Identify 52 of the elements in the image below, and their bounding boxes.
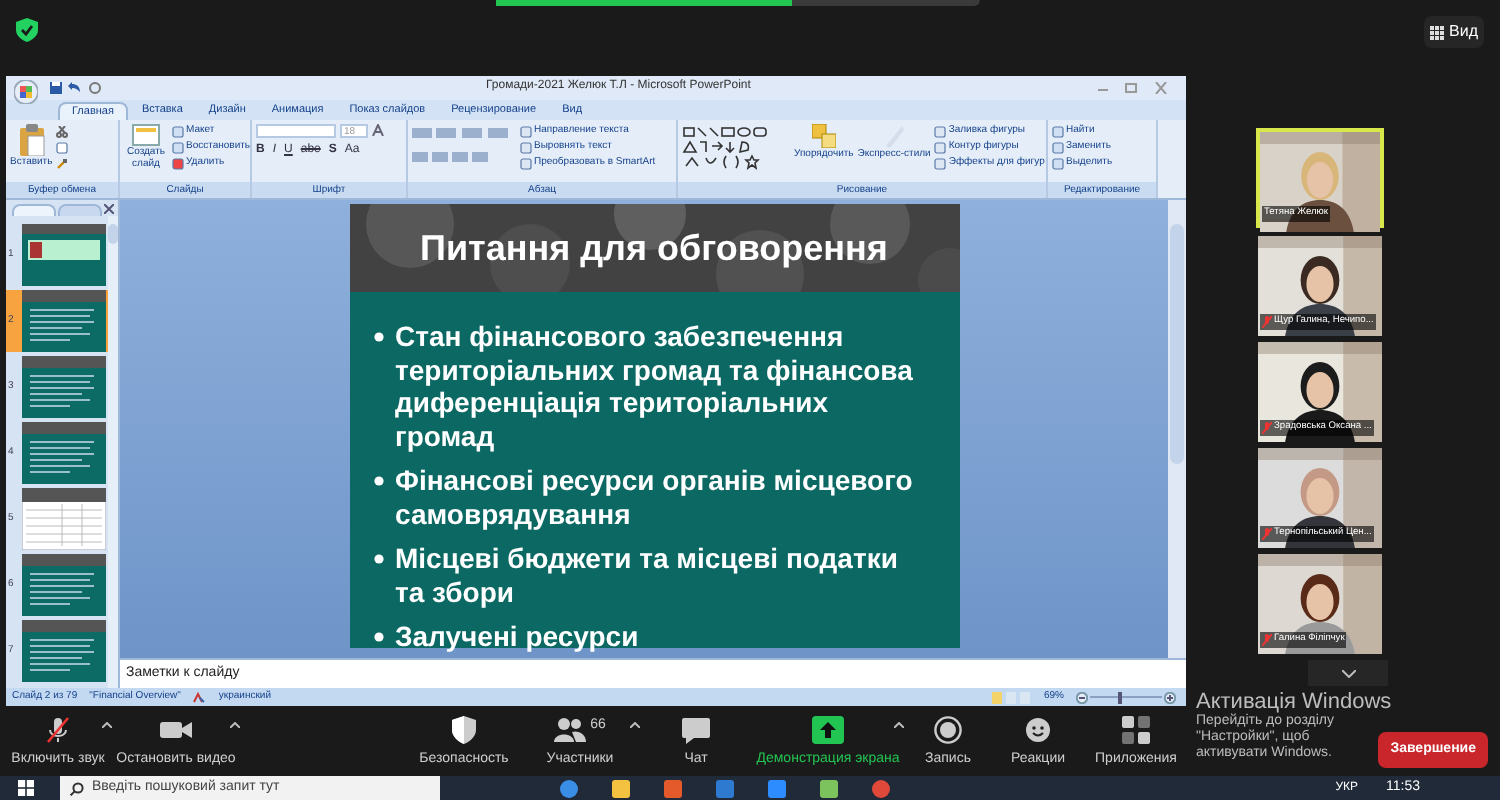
search-icon xyxy=(70,781,84,795)
copy-icon xyxy=(56,142,69,154)
slide-title: Питання для обговорення xyxy=(420,225,888,272)
spellcheck-icon[interactable] xyxy=(192,691,207,703)
save-icon[interactable] xyxy=(50,82,62,94)
slide-icon xyxy=(132,124,160,146)
slide-thumbnail[interactable] xyxy=(22,422,106,484)
caret-up-icon[interactable] xyxy=(230,722,240,729)
grid-icon xyxy=(1429,25,1444,39)
bullet-icon xyxy=(373,554,383,564)
start-icon[interactable] xyxy=(18,780,34,796)
shield-icon xyxy=(16,18,38,42)
undo-icon[interactable] xyxy=(68,82,82,94)
scrollbar[interactable] xyxy=(108,216,118,688)
chevron-down-icon xyxy=(1341,669,1355,677)
font-name-field[interactable] xyxy=(256,124,336,138)
brush-icon[interactable] xyxy=(56,158,69,170)
bullet-text: Фінансові ресурси органів місцевого самоврядування xyxy=(395,464,915,530)
apps-icon xyxy=(1122,716,1150,745)
slide-thumbnail[interactable] xyxy=(22,224,106,286)
scissors-icon[interactable] xyxy=(56,126,69,138)
zoom-in-icon[interactable] xyxy=(1164,691,1176,703)
chat-icon xyxy=(682,717,710,744)
caret-up-icon[interactable] xyxy=(102,722,112,729)
slide-thumbnail[interactable] xyxy=(22,488,106,550)
bullet-text: Місцеві бюджети та місцеві податки та збори xyxy=(395,542,900,608)
bullet-text: Залучені ресурси xyxy=(395,620,641,653)
people-icon xyxy=(554,718,587,743)
view-button[interactable]: Вид xyxy=(1423,16,1484,48)
record-icon xyxy=(934,716,962,745)
scrollbar[interactable] xyxy=(1168,200,1186,658)
close-icon[interactable] xyxy=(104,204,114,214)
stacked-squares-icon xyxy=(811,124,836,148)
bullet-text: Стан фінансового забезпечення територіальних громад та фінансова диференціація територіальних громад xyxy=(395,320,915,452)
delete-icon xyxy=(172,157,184,169)
clipboard-icon xyxy=(17,124,46,156)
activation-title: Активація Windows xyxy=(1196,690,1392,714)
slide-thumbnail[interactable] xyxy=(22,356,106,418)
caret-up-icon[interactable] xyxy=(630,722,640,729)
shield-icon xyxy=(452,716,476,745)
caret-up-icon[interactable] xyxy=(894,722,904,729)
slide-thumbnail[interactable] xyxy=(22,290,106,352)
slide-thumbnail[interactable] xyxy=(22,620,106,682)
bullet-icon xyxy=(373,632,383,642)
bullet-icon xyxy=(373,476,383,486)
bullet-icon xyxy=(373,332,383,342)
zoom-slider-thumb[interactable] xyxy=(1117,691,1122,703)
slide-thumbnail[interactable] xyxy=(22,554,106,616)
zoom-out-icon[interactable] xyxy=(1076,691,1088,703)
microphone-muted-icon xyxy=(44,716,72,745)
grow-font-icon[interactable] xyxy=(372,124,384,138)
zoom-slider[interactable] xyxy=(1090,691,1162,703)
